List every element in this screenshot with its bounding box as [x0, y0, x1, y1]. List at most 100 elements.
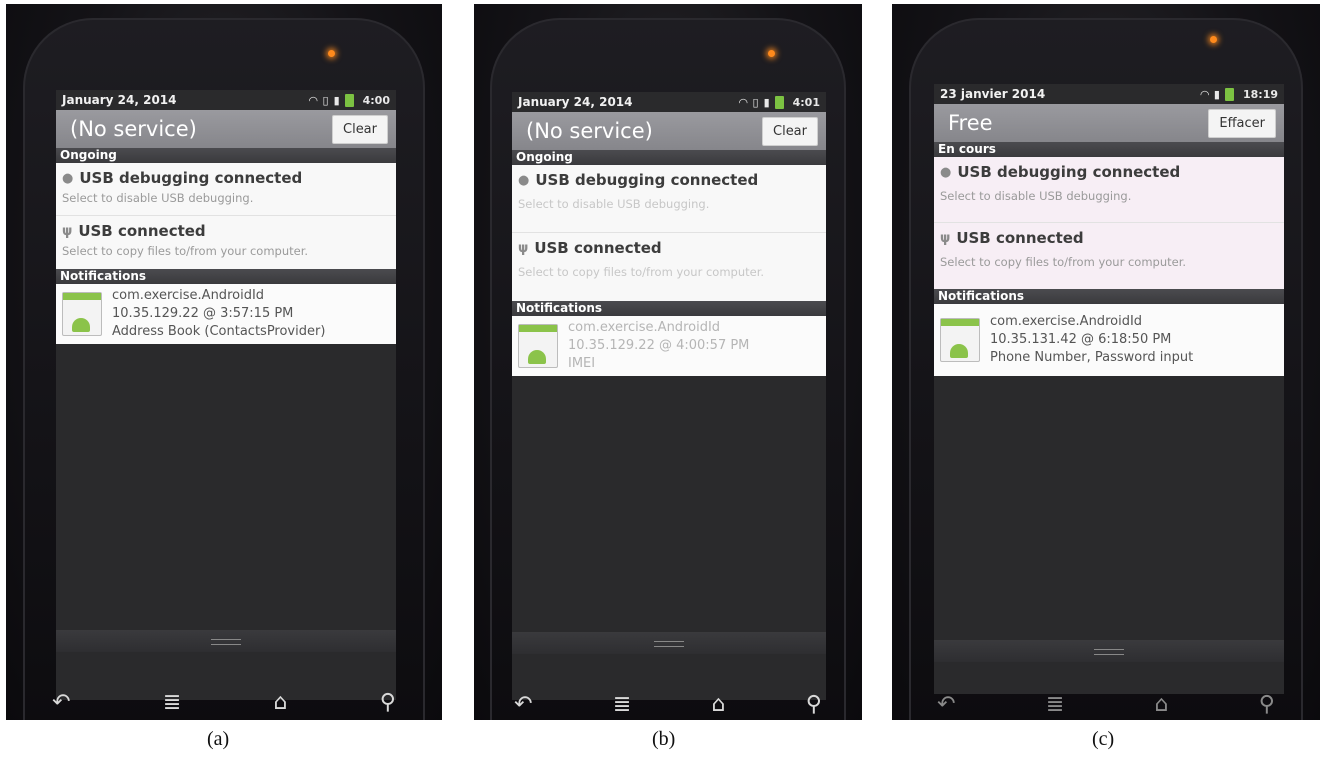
- usb-debugging-item[interactable]: ● USB debugging connected Select to disab…: [934, 157, 1284, 223]
- ongoing-list: ● USB debugging connected Select to disab…: [512, 165, 826, 301]
- back-icon[interactable]: ↶: [52, 690, 70, 715]
- usb-debugging-subtitle: Select to disable USB debugging.: [940, 189, 1132, 203]
- android-app-icon: [940, 318, 980, 362]
- notification-app-name: com.exercise.AndroidId: [990, 314, 1143, 329]
- ongoing-header: Ongoing: [512, 150, 826, 165]
- ongoing-list: ● USB debugging connected Select to disab…: [56, 163, 396, 269]
- search-icon[interactable]: ⚲: [806, 692, 822, 717]
- shade-handle[interactable]: [934, 640, 1284, 662]
- usb-connected-item[interactable]: ψ USB connected Select to copy files to/f…: [934, 223, 1284, 289]
- home-icon[interactable]: ⌂: [712, 692, 726, 717]
- signal-icon: ▮: [763, 95, 770, 109]
- status-clock: 4:01: [792, 95, 820, 109]
- usb-connected-subtitle: Select to copy files to/from your comput…: [62, 244, 309, 258]
- usb-connected-title: USB connected: [534, 239, 662, 257]
- notification-app-name: com.exercise.AndroidId: [568, 320, 721, 335]
- notifications-header: Notifications: [512, 301, 826, 316]
- notification-detail: Address Book (ContactsProvider): [112, 324, 326, 339]
- usb-debugging-item[interactable]: ● USB debugging connected Select to disab…: [56, 163, 396, 216]
- photo-panel-b: January 24, 2014 ◠ ▯ ▮ 4:01 (No service)…: [474, 4, 862, 720]
- signal-icon: ▮: [1213, 87, 1220, 101]
- usb-connected-title: USB connected: [956, 229, 1084, 247]
- notification-led: [328, 50, 335, 57]
- search-icon[interactable]: ⚲: [380, 690, 396, 715]
- notification-led: [768, 50, 775, 57]
- wifi-icon: ◠: [739, 95, 748, 109]
- battery-icon: [344, 93, 354, 107]
- android-icon: ●: [940, 164, 952, 180]
- android-app-icon: [518, 324, 558, 368]
- nav-bar: ↶ ≣ ⌂ ⚲: [6, 682, 442, 720]
- ongoing-header: Ongoing: [56, 148, 396, 163]
- status-clock: 4:00: [362, 93, 390, 107]
- status-clock: 18:19: [1242, 87, 1278, 101]
- photo-panel-a: January 24, 2014 ◠ ▯ ▮ 4:00 (No service)…: [6, 4, 442, 720]
- battery-icon: [774, 95, 784, 109]
- usb-connected-title: USB connected: [78, 222, 206, 240]
- menu-icon[interactable]: ≣: [163, 690, 181, 715]
- status-bar: January 24, 2014 ◠ ▯ ▮ 4:00: [56, 90, 396, 110]
- sim-icon: ▯: [322, 93, 329, 107]
- status-bar: January 24, 2014 ◠ ▯ ▮ 4:01: [512, 92, 826, 112]
- status-bar: 23 janvier 2014 ◠ ▮ 18:19: [934, 84, 1284, 104]
- back-icon[interactable]: ↶: [937, 692, 955, 717]
- clear-button[interactable]: Clear: [762, 116, 818, 146]
- clear-button[interactable]: Effacer: [1208, 108, 1276, 138]
- usb-connected-item[interactable]: ψ USB connected Select to copy files to/f…: [56, 216, 396, 269]
- carrier-bar: Free Effacer: [934, 104, 1284, 142]
- status-date: 23 janvier 2014: [940, 87, 1046, 101]
- notification-item[interactable]: com.exercise.AndroidId 10.35.129.22 @ 3:…: [56, 284, 396, 344]
- ongoing-header: En cours: [934, 142, 1284, 157]
- caption-b: (b): [652, 728, 676, 750]
- back-icon[interactable]: ↶: [514, 692, 532, 717]
- nav-bar: ↶ ≣ ⌂ ⚲: [892, 684, 1320, 720]
- photo-panel-c: 23 janvier 2014 ◠ ▮ 18:19 Free Effacer E…: [892, 4, 1320, 720]
- notification-app-name: com.exercise.AndroidId: [112, 288, 265, 303]
- notification-detail: IMEI: [568, 356, 596, 371]
- caption-a: (a): [207, 728, 230, 750]
- wifi-icon: ◠: [309, 93, 318, 107]
- ongoing-list: ● USB debugging connected Select to disab…: [934, 157, 1284, 289]
- usb-debugging-title: USB debugging connected: [957, 163, 1181, 181]
- battery-icon: [1224, 87, 1234, 101]
- usb-icon: ψ: [62, 223, 73, 239]
- notification-item[interactable]: com.exercise.AndroidId 10.35.129.22 @ 4:…: [512, 316, 826, 376]
- home-icon[interactable]: ⌂: [1155, 692, 1169, 717]
- notifications-header: Notifications: [56, 269, 396, 284]
- wifi-icon: ◠: [1200, 87, 1209, 101]
- nav-bar: ↶ ≣ ⌂ ⚲: [474, 684, 862, 720]
- carrier-label: Free: [948, 111, 993, 135]
- notification-ip-time: 10.35.129.22 @ 3:57:15 PM: [112, 306, 294, 321]
- carrier-bar: (No service) Clear: [56, 110, 396, 148]
- menu-icon[interactable]: ≣: [613, 692, 631, 717]
- usb-connected-subtitle: Select to copy files to/from your comput…: [940, 255, 1187, 269]
- android-icon: ●: [518, 172, 530, 188]
- usb-debugging-title: USB debugging connected: [79, 169, 303, 187]
- usb-icon: ψ: [518, 240, 529, 256]
- carrier-bar: (No service) Clear: [512, 112, 826, 150]
- carrier-label: (No service): [70, 117, 197, 141]
- search-icon[interactable]: ⚲: [1259, 692, 1275, 717]
- phone-screen: January 24, 2014 ◠ ▯ ▮ 4:00 (No service)…: [56, 90, 396, 700]
- home-icon[interactable]: ⌂: [274, 690, 288, 715]
- usb-icon: ψ: [940, 230, 951, 246]
- notification-led: [1210, 36, 1217, 43]
- usb-debugging-subtitle: Select to disable USB debugging.: [62, 191, 254, 205]
- signal-icon: ▮: [333, 93, 340, 107]
- phone-screen: 23 janvier 2014 ◠ ▮ 18:19 Free Effacer E…: [934, 84, 1284, 694]
- menu-icon[interactable]: ≣: [1046, 692, 1064, 717]
- usb-debugging-item[interactable]: ● USB debugging connected Select to disab…: [512, 165, 826, 233]
- caption-c: (c): [1092, 728, 1115, 750]
- notification-ip-time: 10.35.129.22 @ 4:00:57 PM: [568, 338, 750, 353]
- clear-button[interactable]: Clear: [332, 114, 388, 144]
- shade-handle[interactable]: [56, 630, 396, 652]
- notifications-header: Notifications: [934, 289, 1284, 304]
- android-app-icon: [62, 292, 102, 336]
- usb-debugging-title: USB debugging connected: [535, 171, 759, 189]
- usb-connected-item[interactable]: ψ USB connected Select to copy files to/f…: [512, 233, 826, 301]
- phone-screen: January 24, 2014 ◠ ▯ ▮ 4:01 (No service)…: [512, 92, 826, 700]
- shade-handle[interactable]: [512, 632, 826, 654]
- notification-item[interactable]: com.exercise.AndroidId 10.35.131.42 @ 6:…: [934, 304, 1284, 376]
- android-icon: ●: [62, 170, 74, 186]
- status-date: January 24, 2014: [62, 93, 177, 107]
